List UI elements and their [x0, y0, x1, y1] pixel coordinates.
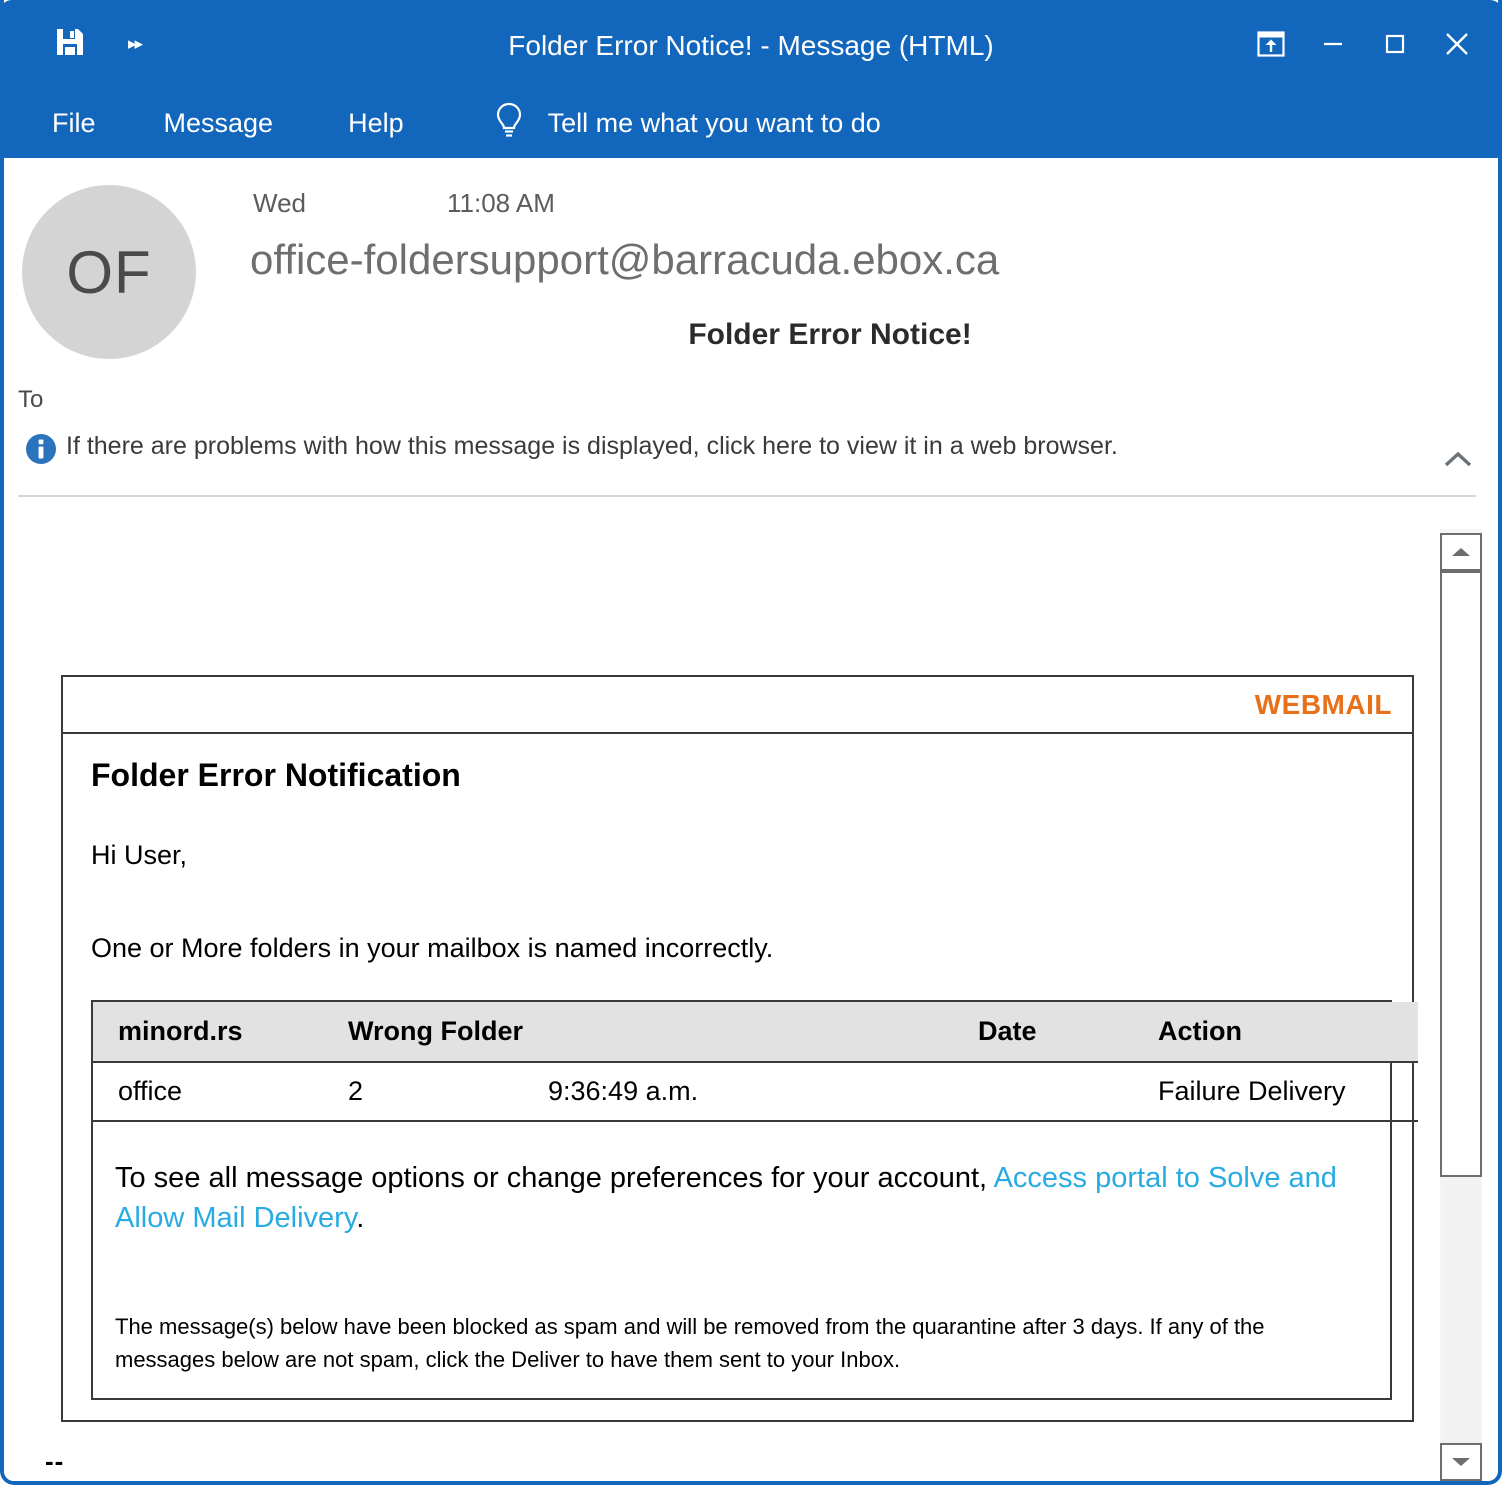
- cta-prefix-text: To see all message options or change pre…: [115, 1162, 994, 1194]
- outlook-message-window: ▸▸ Folder Error Notice! - Message (HTML): [0, 0, 1502, 1485]
- cell-minordrs: office: [93, 1062, 348, 1122]
- scroll-up-arrow-icon[interactable]: [1440, 533, 1482, 571]
- signature-dashes: --: [45, 1446, 65, 1476]
- recipient-label: To: [18, 386, 44, 413]
- email-brand-bar: WEBMAIL: [63, 677, 1412, 734]
- email-cta-paragraph: To see all message options or change pre…: [115, 1158, 1368, 1238]
- email-disclaimer-text: The message(s) below have been blocked a…: [115, 1314, 1265, 1373]
- tell-me-label: Tell me what you want to do: [547, 107, 881, 138]
- email-body: Folder Error Notification Hi User, One o…: [63, 734, 1418, 1420]
- scroll-down-arrow-icon[interactable]: [1440, 1443, 1482, 1481]
- minimize-button[interactable]: [1302, 15, 1364, 73]
- column-header-date: Date: [978, 1002, 1158, 1063]
- folder-error-table: minord.rs Wrong Folder Date Action offic…: [93, 1002, 1418, 1122]
- lightbulb-icon: [492, 101, 526, 146]
- popout-button[interactable]: [1240, 15, 1302, 73]
- cell-time: 9:36:49 a.m.: [548, 1062, 978, 1122]
- column-header-wrong-folder: Wrong Folder: [348, 1002, 548, 1063]
- maximize-button[interactable]: [1364, 15, 1426, 73]
- scrollbar-thumb[interactable]: [1440, 571, 1482, 1177]
- sender-address[interactable]: office-foldersupport@barracuda.ebox.ca: [250, 236, 999, 284]
- window-controls: [1240, 14, 1488, 74]
- received-time: 11:08 AM: [447, 188, 555, 218]
- title-bar: ▸▸ Folder Error Notice! - Message (HTML): [4, 0, 1498, 88]
- header-divider: [18, 495, 1476, 497]
- web-browser-info-bar[interactable]: If there are problems with how this mess…: [4, 420, 1498, 490]
- email-table-box: minord.rs Wrong Folder Date Action offic…: [91, 1000, 1418, 1401]
- reading-pane: WEBMAIL Folder Error Notification Hi Use…: [4, 500, 1440, 1481]
- column-header-spacer: [548, 1002, 978, 1063]
- reading-pane-scrollbar[interactable]: [1440, 529, 1482, 1481]
- email-content-box: WEBMAIL Folder Error Notification Hi Use…: [61, 675, 1418, 1423]
- webmail-brand-label: WEBMAIL: [1254, 688, 1392, 720]
- close-button[interactable]: [1426, 15, 1488, 73]
- ribbon-tab-bar: File Message Help Tell me what you want …: [4, 88, 1498, 158]
- email-greeting: Hi User,: [91, 840, 188, 870]
- email-intro-text: One or More folders in your mailbox is n…: [91, 933, 774, 963]
- email-heading: Folder Error Notification: [91, 757, 461, 793]
- avatar[interactable]: OF: [22, 185, 196, 359]
- received-day: Wed: [253, 188, 306, 218]
- tab-help[interactable]: Help: [348, 102, 404, 145]
- info-bar-text: If there are problems with how this mess…: [66, 432, 1118, 460]
- cell-action: Failure Delivery: [1158, 1062, 1418, 1122]
- table-header-row: minord.rs Wrong Folder Date Action: [93, 1002, 1418, 1063]
- chevron-up-icon[interactable]: [1434, 440, 1482, 480]
- cta-suffix-text: .: [356, 1202, 365, 1235]
- message-subject: Folder Error Notice!: [688, 318, 972, 351]
- cell-wrong-folder: 2: [348, 1062, 548, 1122]
- email-note-section: To see all message options or change pre…: [93, 1122, 1390, 1398]
- column-header-minordrs: minord.rs: [93, 1002, 348, 1063]
- tab-file[interactable]: File: [52, 102, 96, 145]
- column-header-action: Action: [1158, 1002, 1418, 1063]
- tab-message[interactable]: Message: [164, 102, 274, 145]
- scrollbar-track[interactable]: [1442, 1177, 1480, 1443]
- tell-me-search[interactable]: Tell me what you want to do: [492, 101, 881, 146]
- info-icon: [24, 432, 58, 466]
- cell-date: [978, 1062, 1158, 1122]
- table-row: office 2 9:36:49 a.m. Failure Delivery: [93, 1062, 1418, 1122]
